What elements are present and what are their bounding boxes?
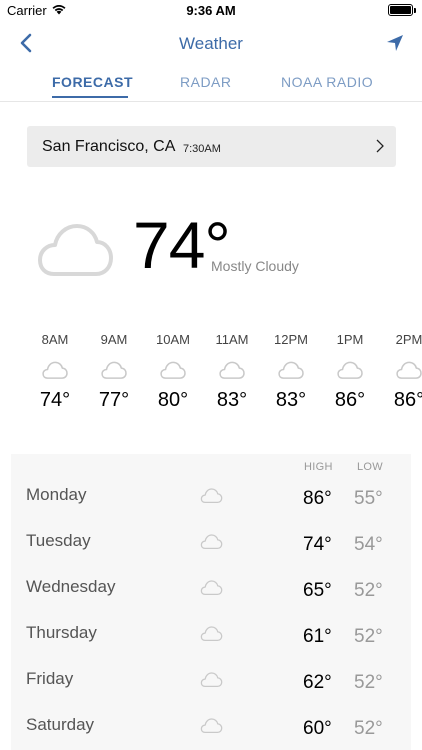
tab-noaa-radio[interactable]: NOAA RADIO	[281, 74, 373, 90]
daily-row: Saturday 60° 52°	[11, 715, 411, 750]
tab-forecast[interactable]: FORECAST	[52, 74, 133, 90]
cloud-icon	[219, 361, 245, 379]
cloud-icon	[160, 361, 186, 379]
day-low-temperature: 52°	[354, 580, 383, 601]
high-column-header: HIGH	[304, 461, 333, 473]
page-title: Weather	[179, 34, 243, 53]
day-high-temperature: 62°	[303, 672, 332, 693]
cloud-icon	[337, 361, 363, 379]
hourly-time: 1PM	[336, 332, 364, 347]
location-time: 7:30AM	[183, 143, 221, 155]
battery-icon	[388, 4, 413, 16]
hourly-temperature: 86°	[393, 389, 422, 411]
hourly-item: 10AM 80°	[143, 332, 203, 412]
battery-tip	[414, 8, 416, 13]
status-bar: Carrier 9:36 AM	[0, 0, 422, 22]
nav-bar: Weather	[0, 22, 422, 66]
daily-row: Tuesday 74° 54°	[11, 531, 411, 577]
cloud-icon	[42, 361, 68, 379]
hourly-item: 1PM 86°	[320, 332, 380, 412]
day-name: Saturday	[26, 715, 95, 734]
location-arrow-icon[interactable]	[384, 32, 406, 54]
day-name: Wednesday	[26, 577, 116, 596]
day-name: Tuesday	[26, 531, 91, 550]
hourly-time: 10AM	[156, 332, 190, 347]
hourly-temperature: 77°	[98, 389, 130, 411]
hourly-item: 8AM 74°	[25, 332, 85, 412]
day-low-temperature: 54°	[354, 534, 383, 555]
day-name: Friday	[26, 669, 74, 688]
hourly-time: 2PM	[395, 332, 422, 347]
day-low-temperature: 52°	[354, 672, 383, 693]
cloud-icon	[200, 626, 223, 642]
cloud-icon	[200, 672, 223, 688]
hourly-item: 11AM 83°	[202, 332, 262, 412]
daily-forecast: HIGH LOW Monday 86° 55° Tuesday 74° 54° Wednes…	[11, 454, 411, 750]
daily-row: Friday 62° 52°	[11, 669, 411, 715]
cloud-icon	[101, 361, 127, 379]
day-low-temperature: 52°	[354, 718, 383, 739]
hourly-forecast[interactable]: 8AM 74° 9AM 77° 10AM 80° 11AM 83° 12PM 83° 1PM 86° 2…	[0, 332, 422, 432]
day-high-temperature: 74°	[303, 534, 332, 555]
cloud-icon	[200, 534, 223, 550]
day-high-temperature: 86°	[303, 488, 332, 509]
daily-row: Thursday 61° 52°	[11, 623, 411, 669]
current-condition: Mostly Cloudy	[211, 258, 299, 274]
hourly-temperature: 74°	[39, 389, 71, 411]
day-high-temperature: 61°	[303, 626, 332, 647]
location-city: San Francisco, CA	[42, 138, 176, 155]
day-high-temperature: 60°	[303, 718, 332, 739]
hourly-temperature: 80°	[157, 389, 189, 411]
day-high-temperature: 65°	[303, 580, 332, 601]
cloud-icon	[396, 361, 422, 379]
hourly-time: 9AM	[100, 332, 128, 347]
hourly-temperature: 83°	[216, 389, 248, 411]
hourly-item: 12PM 83°	[261, 332, 321, 412]
tab-radar[interactable]: RADAR	[180, 74, 232, 90]
location-selector[interactable]: San Francisco, CA 7:30AM	[27, 126, 396, 167]
day-low-temperature: 52°	[354, 626, 383, 647]
hourly-item: 9AM 77°	[84, 332, 144, 412]
chevron-right-icon	[376, 139, 384, 153]
low-column-header: LOW	[357, 461, 383, 473]
cloud-icon	[200, 718, 223, 734]
day-name: Thursday	[26, 623, 97, 642]
cloud-icon	[200, 488, 223, 504]
hourly-temperature: 83°	[275, 389, 307, 411]
cloud-icon	[200, 580, 223, 596]
hourly-temperature: 86°	[334, 389, 366, 411]
cloud-icon	[278, 361, 304, 379]
day-low-temperature: 55°	[354, 488, 383, 509]
hourly-time: 12PM	[274, 332, 308, 347]
hourly-item: 2PM 86°	[379, 332, 422, 412]
day-name: Monday	[26, 485, 87, 504]
hourly-time: 11AM	[215, 332, 249, 347]
cloud-icon	[38, 224, 113, 276]
hourly-time: 8AM	[41, 332, 69, 347]
daily-row: Monday 86° 55°	[11, 485, 411, 531]
daily-row: Wednesday 65° 52°	[11, 577, 411, 623]
tab-active-indicator	[52, 96, 128, 98]
status-time: 9:36 AM	[186, 3, 236, 18]
